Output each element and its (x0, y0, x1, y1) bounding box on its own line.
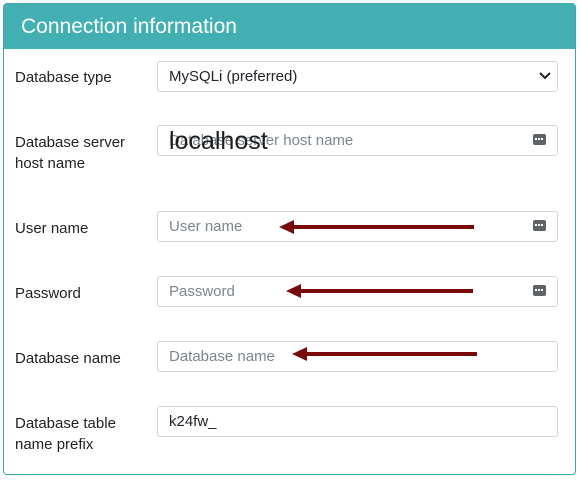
arrow-user (279, 220, 474, 234)
arrow-password (286, 284, 473, 298)
arrow-database-name (292, 347, 477, 361)
annotation-arrows (279, 220, 477, 361)
